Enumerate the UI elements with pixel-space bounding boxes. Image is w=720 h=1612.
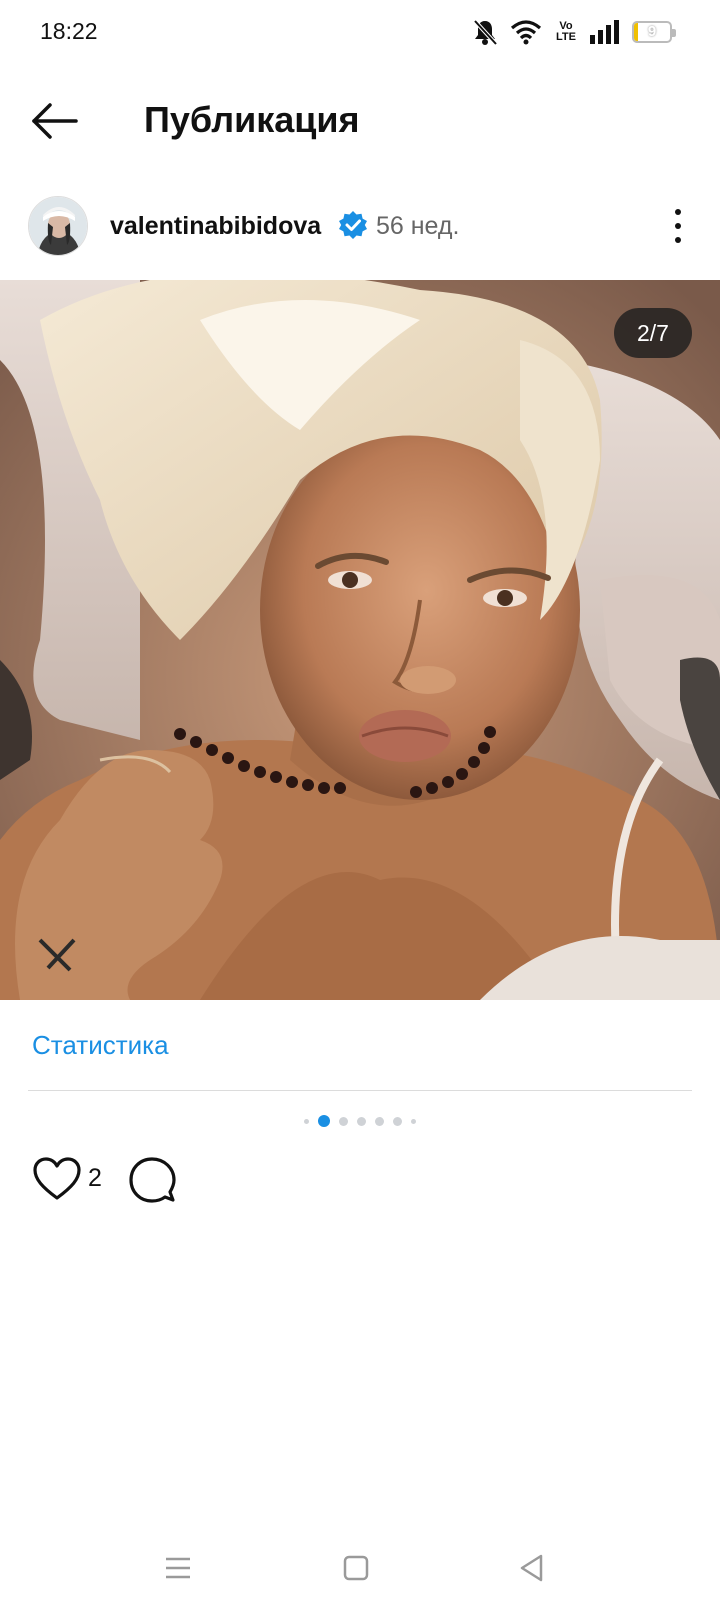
carousel-dot [375,1116,384,1126]
post-actions: 2 [0,1154,720,1206]
back-button[interactable] [28,98,84,144]
volte-icon: Vo LTE [554,21,578,43]
square-icon [343,1555,369,1581]
comment-button[interactable] [128,1156,176,1204]
wifi-icon [510,19,542,45]
battery-level: 9 [647,23,657,40]
top-app-bar: Публикация [0,80,720,160]
post-age: 56 нед. [376,212,460,240]
divider [28,1090,692,1091]
like-button[interactable] [32,1156,82,1202]
status-icons: Vo LTE 9 [472,16,676,48]
like-count: 2 [88,1164,102,1192]
menu-lines-icon [166,1557,190,1579]
carousel-indicator [0,1114,720,1128]
carousel-dot [304,1118,309,1124]
post-photo[interactable]: 2/7 [0,280,720,1000]
system-nav-bar [0,1522,720,1612]
more-options-button[interactable] [666,206,690,246]
battery-tip [672,29,676,37]
post-header: valentinabibidova 56 нед. [0,196,720,260]
carousel-counter: 2/7 [614,308,692,358]
page-title: Публикация [144,99,360,140]
avatar-image [29,197,87,255]
battery-icon: 9 [632,21,676,43]
more-dot [675,237,681,243]
nav-menu-button[interactable] [160,1550,196,1586]
arrow-left-icon [32,103,78,139]
avatar[interactable] [28,196,88,256]
triangle-back-icon [520,1554,543,1582]
verified-badge-icon [338,210,368,240]
signal-icon [590,20,620,44]
more-dot [675,209,681,215]
comment-icon [129,1157,176,1203]
nav-home-button[interactable] [338,1550,374,1586]
bell-muted-icon [472,18,498,46]
post-image [0,280,720,1000]
carousel-dot [411,1118,416,1124]
carousel-dot [393,1116,402,1126]
status-time: 18:22 [40,18,98,44]
username[interactable]: valentinabibidova [110,212,321,241]
carousel-dot [357,1116,366,1126]
heart-icon [33,1157,81,1200]
carousel-dot [339,1116,348,1126]
statistics-link[interactable]: Статистика [32,1030,169,1061]
more-dot [675,223,681,229]
carousel-dot-active [318,1115,330,1127]
volte-label-bottom: LTE [556,31,576,43]
status-bar: 18:22 Vo LTE 9 [0,0,720,64]
nav-back-button[interactable] [514,1550,550,1586]
